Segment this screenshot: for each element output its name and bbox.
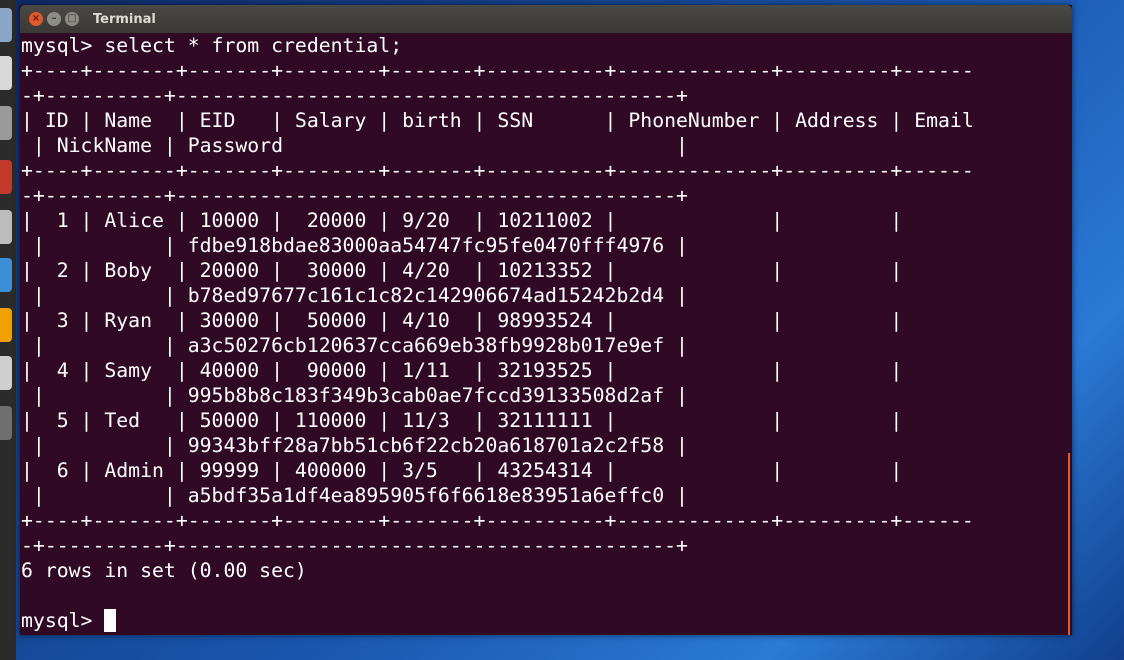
terminal-output[interactable]: mysql> select * from credential; +----+-…: [20, 33, 1072, 635]
terminal-window: × – □ Terminal mysql> select * from cred…: [20, 5, 1072, 635]
terminal-line: | 5 | Ted | 50000 | 110000 | 11/3 | 3211…: [21, 409, 903, 432]
terminal-line: | | b78ed97677c161c1c82c142906674ad15242…: [21, 284, 688, 307]
unity-launcher: [0, 0, 16, 660]
terminal-line: | NickName | Password |: [21, 134, 688, 157]
minimize-icon: –: [51, 13, 57, 24]
terminal-line: 6 rows in set (0.00 sec): [21, 559, 307, 582]
terminal-launcher-icon[interactable]: [0, 406, 12, 440]
terminal-line: | 4 | Samy | 40000 | 90000 | 1/11 | 3219…: [21, 359, 903, 382]
terminal-line: | 3 | Ryan | 30000 | 50000 | 4/10 | 9899…: [21, 309, 903, 332]
terminal-line: +----+-------+-------+--------+-------+-…: [21, 509, 974, 532]
window-title: Terminal: [93, 12, 156, 27]
text-cursor: [104, 609, 117, 632]
terminal-line: +----+-------+-------+--------+-------+-…: [21, 59, 974, 82]
text-editor-icon[interactable]: [0, 56, 12, 90]
desktop: × – □ Terminal mysql> select * from cred…: [0, 0, 1124, 660]
terminal-line: | 6 | Admin | 99999 | 400000 | 3/5 | 432…: [21, 459, 903, 482]
app-icon[interactable]: [0, 258, 12, 292]
terminal-line: -+----------+---------------------------…: [21, 534, 688, 557]
settings-icon[interactable]: [0, 356, 12, 390]
app-icon[interactable]: [0, 210, 12, 244]
terminal-line: -+----------+---------------------------…: [21, 184, 688, 207]
scrollbar[interactable]: [1068, 453, 1070, 635]
terminal-line: | 1 | Alice | 10000 | 20000 | 9/20 | 102…: [21, 209, 903, 232]
terminal-line: | | 995b8b8c183f349b3cab0ae7fccd39133508…: [21, 384, 688, 407]
close-button[interactable]: ×: [29, 12, 43, 26]
terminal-line: | 2 | Boby | 20000 | 30000 | 4/20 | 1021…: [21, 259, 903, 282]
terminal-line: +----+-------+-------+--------+-------+-…: [21, 159, 974, 182]
terminal-line: | ID | Name | EID | Salary | birth | SSN…: [21, 109, 974, 132]
dash-home-icon[interactable]: [0, 8, 12, 42]
terminal-line: | | 99343bff28a7bb51cb6f22cb20a618701a2c…: [21, 434, 688, 457]
minimize-button[interactable]: –: [47, 12, 61, 26]
terminal-line: | | a5bdf35a1df4ea895905f6f6618e83951a6e…: [21, 484, 688, 507]
prompt-line[interactable]: mysql>: [21, 608, 974, 633]
titlebar[interactable]: × – □ Terminal: [20, 5, 1072, 33]
browser-icon[interactable]: [0, 308, 12, 342]
terminal-line: | | fdbe918bdae83000aa54747fc95fe0470fff…: [21, 234, 688, 257]
maximize-button[interactable]: □: [65, 12, 79, 26]
app-icon[interactable]: [0, 160, 12, 194]
files-icon[interactable]: [0, 106, 12, 140]
terminal-line: -+----------+---------------------------…: [21, 84, 688, 107]
prompt: mysql>: [21, 609, 105, 632]
terminal-line: | | a3c50276cb120637cca669eb38fb9928b017…: [21, 334, 688, 357]
close-icon: ×: [31, 13, 41, 24]
terminal-line: mysql> select * from credential;: [21, 34, 403, 57]
maximize-icon: □: [67, 13, 77, 24]
